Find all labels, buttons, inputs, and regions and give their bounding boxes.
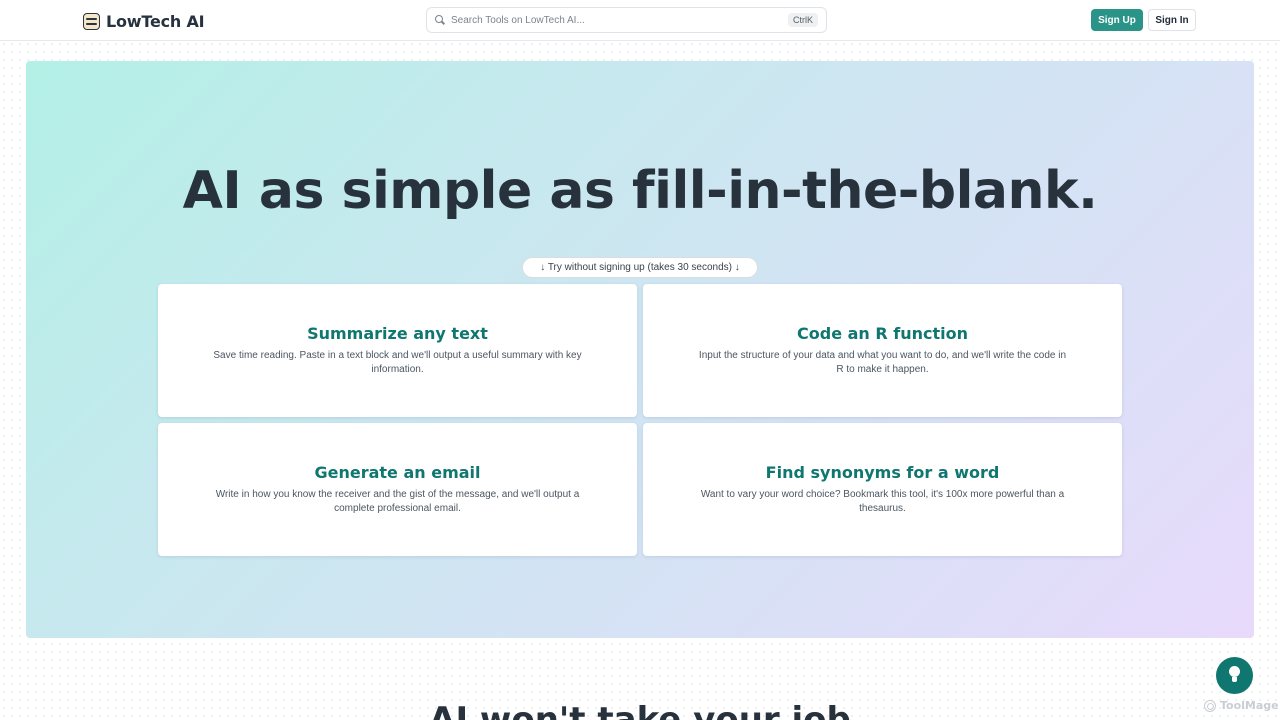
tool-card-description: Save time reading. Paste in a text block… — [213, 350, 582, 375]
tool-card-title: Summarize any text — [307, 324, 488, 343]
tool-card-r-function[interactable]: Code an R function Input the structure o… — [643, 284, 1122, 417]
search-input[interactable] — [451, 14, 788, 26]
try-without-signup-pill: ↓ Try without signing up (takes 30 secon… — [522, 257, 758, 278]
sign-up-button[interactable]: Sign Up — [1091, 9, 1143, 31]
tool-card-synonyms[interactable]: Find synonyms for a word Want to vary yo… — [643, 423, 1122, 556]
sign-in-button[interactable]: Sign In — [1148, 9, 1196, 31]
tool-card-description: Input the structure of your data and wha… — [698, 350, 1067, 375]
next-section-title: AI won't take your job — [429, 700, 851, 720]
brand-name: LowTech AI — [106, 11, 205, 31]
tool-card-description: Want to vary your word choice? Bookmark … — [700, 489, 1065, 514]
search-bar[interactable]: CtrlK — [426, 7, 827, 33]
tool-card-summarize[interactable]: Summarize any text Save time reading. Pa… — [158, 284, 637, 417]
tool-card-email[interactable]: Generate an email Write in how you know … — [158, 423, 637, 556]
brand-logo-link[interactable]: LowTech AI — [83, 10, 205, 32]
tool-card-description: Write in how you know the receiver and t… — [215, 489, 580, 514]
jar-logo-icon — [83, 12, 100, 30]
top-navbar: LowTech AI CtrlK Sign Up Sign In — [0, 0, 1280, 41]
search-icon — [435, 15, 445, 25]
hero-section: AI as simple as fill-in-the-blank. ↓ Try… — [26, 61, 1254, 638]
tool-card-title: Generate an email — [314, 463, 481, 482]
watermark-text: ToolMage — [1220, 699, 1279, 712]
watermark: ToolMage — [1204, 699, 1279, 712]
lightbulb-icon — [1229, 666, 1240, 684]
help-fab-button[interactable] — [1216, 657, 1253, 694]
watermark-logo-icon — [1204, 699, 1216, 712]
tool-card-title: Find synonyms for a word — [765, 463, 1000, 482]
hero-title: AI as simple as fill-in-the-blank. — [182, 161, 1098, 221]
tool-card-title: Code an R function — [797, 324, 968, 343]
keyboard-shortcut-badge: CtrlK — [788, 13, 818, 27]
